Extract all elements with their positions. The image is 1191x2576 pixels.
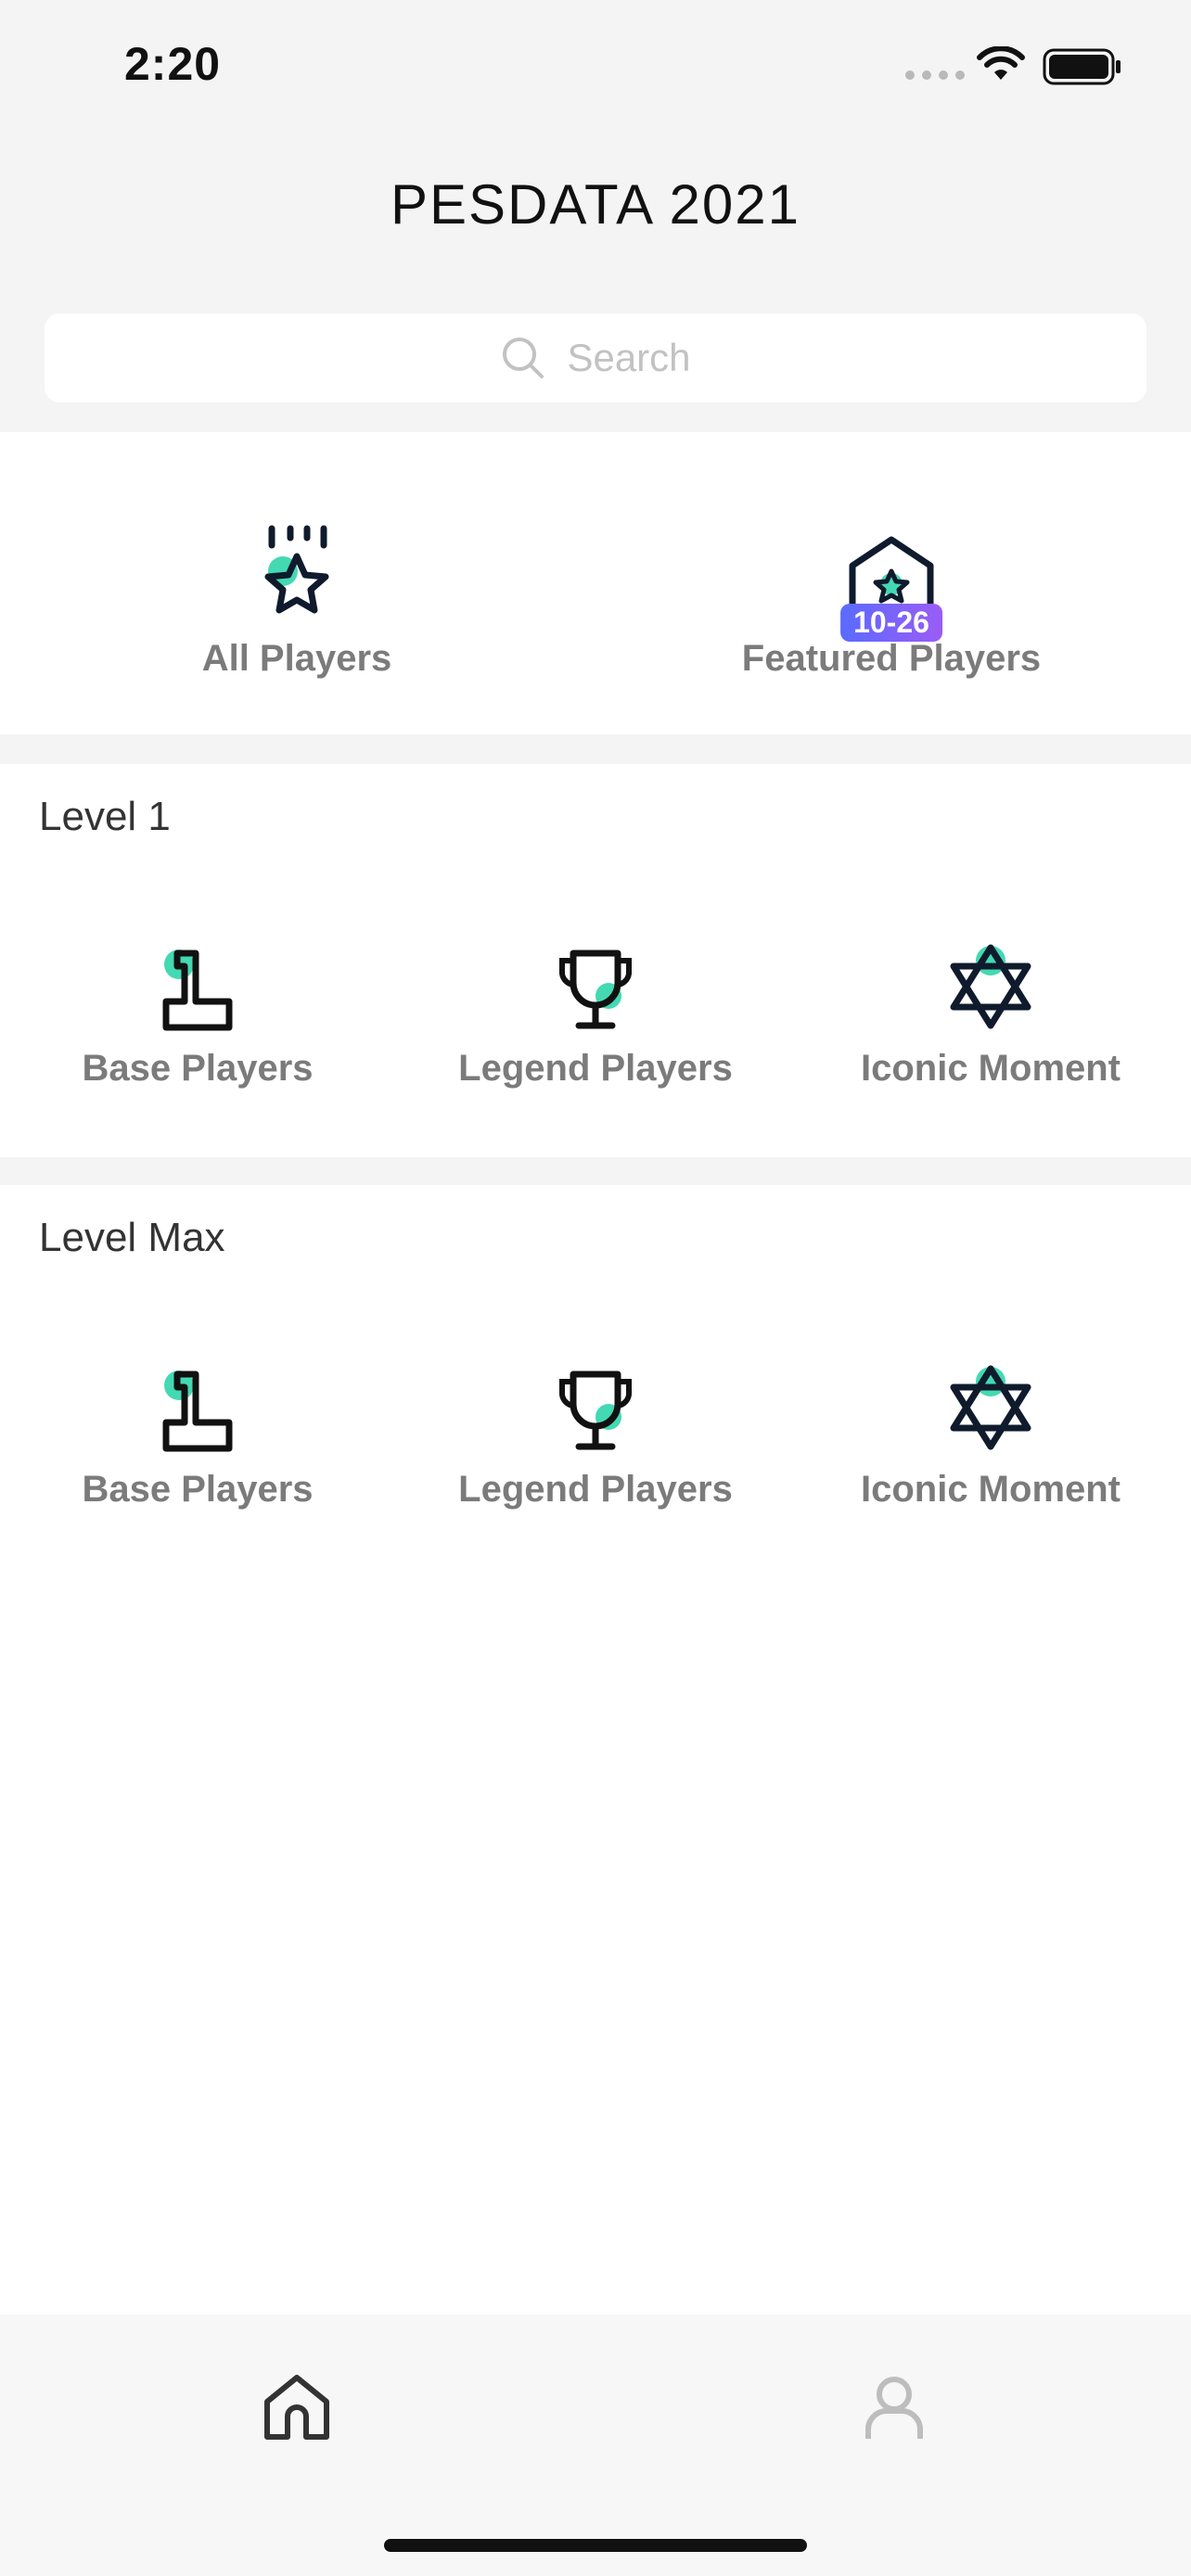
star-award-icon <box>255 510 339 621</box>
wifi-icon <box>977 46 1025 80</box>
levelmax-base-players-button[interactable]: Base Players <box>56 1341 339 1511</box>
tile-label: Legend Players <box>458 1469 733 1510</box>
level-max-section: Level Max Base Players Legend Players Ic… <box>0 1185 1191 2315</box>
tab-bar <box>0 2315 1191 2576</box>
category-section: All Players 10-26 Featured Players <box>0 432 1191 734</box>
tile-label: Base Players <box>82 1048 314 1089</box>
tile-label: Base Players <box>82 1469 314 1510</box>
status-time: 2:20 <box>124 38 222 90</box>
status-bar: 2:20 <box>0 0 1191 130</box>
tab-home[interactable] <box>260 2370 334 2449</box>
levelmax-legend-players-button[interactable]: Legend Players <box>445 1341 746 1511</box>
battery-icon <box>1043 48 1121 85</box>
all-players-button[interactable]: All Players <box>149 510 444 680</box>
trophy-icon <box>557 920 634 1031</box>
page-title: PESDATA 2021 <box>390 173 800 236</box>
section-title: Level 1 <box>39 794 171 839</box>
search-icon <box>503 338 544 378</box>
home-icon <box>264 2375 329 2440</box>
star-of-david-icon <box>946 920 1035 1031</box>
section-title: Level Max <box>39 1215 225 1260</box>
tab-profile[interactable] <box>857 2370 931 2449</box>
trophy-icon <box>557 1341 634 1452</box>
levelmax-iconic-moment-button[interactable]: Iconic Moment <box>840 1341 1141 1511</box>
level1-base-players-button[interactable]: Base Players <box>56 920 339 1090</box>
podium-icon <box>159 1341 237 1452</box>
category-label: All Players <box>201 638 392 679</box>
person-icon <box>865 2377 923 2439</box>
star-of-david-icon <box>946 1341 1035 1452</box>
level-1-section: Level 1 Base Players Legend Players Icon… <box>0 764 1191 1157</box>
tile-label: Legend Players <box>458 1048 733 1089</box>
level1-legend-players-button[interactable]: Legend Players <box>445 920 746 1090</box>
category-label: Featured Players <box>741 638 1042 679</box>
featured-players-button[interactable]: 10-26 Featured Players <box>724 510 1059 680</box>
search-placeholder: Search <box>567 336 691 379</box>
featured-house-star-icon: 10-26 <box>840 510 942 642</box>
tile-label: Iconic Moment <box>860 1048 1121 1089</box>
featured-date-badge: 10-26 <box>840 604 942 642</box>
search-input[interactable]: Search <box>45 313 1146 402</box>
tile-label: Iconic Moment <box>860 1469 1121 1510</box>
home-indicator <box>384 2539 807 2552</box>
level1-iconic-moment-button[interactable]: Iconic Moment <box>840 920 1141 1090</box>
podium-icon <box>159 920 237 1031</box>
cellular-signal-icon <box>905 70 965 80</box>
